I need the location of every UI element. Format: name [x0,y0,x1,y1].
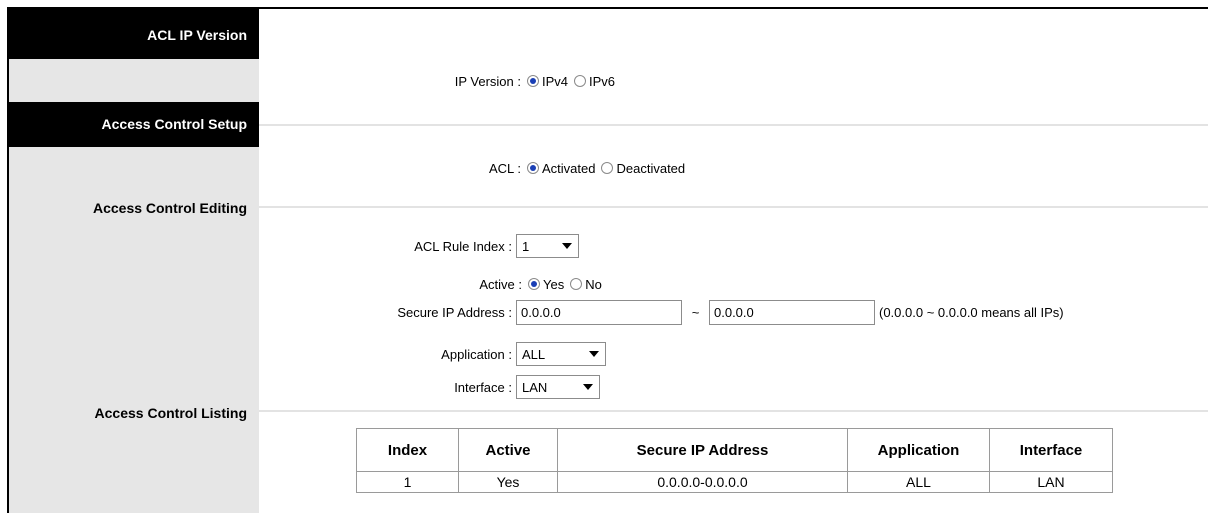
ipv4-option-label: IPv4 [542,73,569,89]
interface-label: Interface : [454,379,512,395]
acl-row: ACL : Activated Deactivated [259,157,689,179]
section-access-control-listing: Access Control Listing [94,405,247,421]
table-header-row: Index Active Secure IP Address Applicati… [356,428,1113,472]
rule-index-row: ACL Rule Index : 1 [259,233,579,259]
secure-ip-start-value: 0.0.0.0 [521,305,561,320]
interface-row: Interface : LAN [259,374,600,400]
active-label: Active : [479,276,522,292]
ip-version-row: IP Version : IPv4 IPv6 [259,70,619,92]
secure-ip-end-input[interactable]: 0.0.0.0 [709,300,875,325]
secure-ip-start-input[interactable]: 0.0.0.0 [516,300,682,325]
acl-label: ACL : [488,160,521,176]
cell-index: 1 [356,471,459,493]
ip-version-label: IP Version : [454,73,521,89]
ipv6-radio[interactable] [574,75,587,87]
chevron-down-icon [589,351,599,357]
table-row: 1 Yes 0.0.0.0-0.0.0.0 ALL LAN [356,471,1113,493]
active-no-label: No [585,276,602,292]
application-value: ALL [522,346,546,362]
rule-index-value: 1 [522,238,530,254]
acl-deactivated-label: Deactivated [616,160,686,176]
rule-index-select[interactable]: 1 [516,234,579,258]
divider [259,206,1208,208]
secure-ip-separator: ~ [691,305,700,320]
active-no-radio[interactable] [570,278,583,290]
secure-ip-row: Secure IP Address : 0.0.0.0 ~ 0.0.0.0 (0… [259,299,1064,326]
acl-listing-table: Index Active Secure IP Address Applicati… [356,428,1113,493]
acl-deactivated-radio[interactable] [601,162,614,174]
cell-interface: LAN [989,471,1113,493]
acl-activated-radio[interactable] [527,162,539,174]
column-header-secure-ip: Secure IP Address [557,428,848,472]
column-header-index: Index [356,428,459,472]
cell-application: ALL [847,471,990,493]
section-access-control-setup: Access Control Setup [9,102,259,147]
acl-activated-label: Activated [542,160,596,176]
cell-secure-ip: 0.0.0.0-0.0.0.0 [557,471,848,493]
application-row: Application : ALL [259,341,606,367]
active-row: Active : Yes No [259,273,606,295]
cell-active: Yes [458,471,558,493]
rule-index-label: ACL Rule Index : [414,238,512,254]
chevron-down-icon [562,243,572,249]
section-access-control-editing: Access Control Editing [92,200,247,216]
ipv6-option-label: IPv6 [589,73,616,89]
column-header-interface: Interface [989,428,1113,472]
divider [259,410,1208,412]
secure-ip-hint: (0.0.0.0 ~ 0.0.0.0 means all IPs) [879,305,1064,320]
divider [259,124,1208,126]
active-yes-label: Yes [543,276,565,292]
application-label: Application : [441,346,512,362]
chevron-down-icon [583,384,593,390]
secure-ip-end-value: 0.0.0.0 [714,305,754,320]
column-header-application: Application [847,428,990,472]
ipv4-radio[interactable] [527,75,539,87]
active-yes-radio[interactable] [528,278,540,290]
section-acl-ip-version: ACL IP Version [9,9,259,59]
interface-value: LAN [522,379,548,395]
sidebar [9,9,259,513]
application-select[interactable]: ALL [516,342,606,366]
secure-ip-label: Secure IP Address : [397,305,512,320]
interface-select[interactable]: LAN [516,375,600,399]
column-header-active: Active [458,428,558,472]
